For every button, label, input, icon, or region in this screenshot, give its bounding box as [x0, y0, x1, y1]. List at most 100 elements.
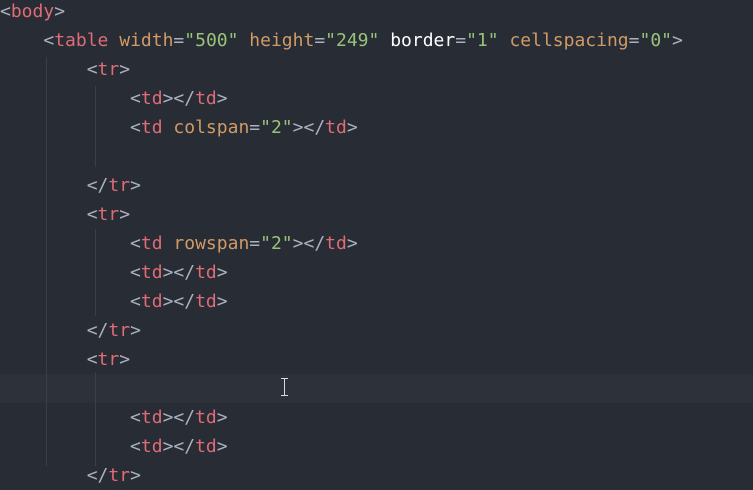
code-line[interactable]: <td></td> — [0, 432, 753, 461]
indent-guide — [46, 57, 47, 466]
code-token: < — [130, 117, 141, 138]
indent-guide — [95, 229, 96, 316]
code-token: > — [54, 1, 66, 22]
code-token: < — [86, 59, 98, 80]
code-token: = — [455, 30, 467, 51]
code-line[interactable]: <td rowspan="2"></td> — [0, 229, 753, 258]
code-line[interactable] — [0, 142, 753, 171]
code-token: td — [140, 88, 163, 109]
code-line[interactable] — [0, 374, 753, 403]
code-token: tr — [108, 465, 131, 486]
code-token: ></ — [292, 117, 326, 138]
code-line[interactable]: <td></td> — [0, 258, 753, 287]
code-token: > — [130, 320, 141, 341]
indent-guide — [95, 372, 96, 466]
code-token: > — [119, 204, 131, 225]
code-token: = — [173, 30, 185, 51]
code-token: td — [195, 436, 217, 457]
code-token: > — [130, 465, 141, 486]
code-line[interactable]: <table width="500" height="249" border="… — [0, 26, 753, 55]
code-token: td — [195, 407, 217, 428]
code-token: table — [54, 30, 109, 51]
code-line[interactable]: <body> — [0, 0, 753, 26]
code-token: td — [140, 117, 163, 138]
code-token: = — [628, 30, 640, 51]
code-token: tr — [97, 204, 120, 225]
code-token: > — [216, 407, 228, 428]
code-token: td — [140, 233, 163, 254]
code-token: "0" — [639, 30, 673, 51]
text-cursor-icon — [280, 378, 289, 396]
code-token: ></ — [162, 291, 196, 312]
code-token: </ — [86, 175, 109, 196]
code-token: tr — [97, 349, 120, 370]
code-token: < — [86, 204, 98, 225]
code-token: border — [390, 30, 456, 51]
code-token: td — [140, 436, 163, 457]
code-token: colspan — [173, 117, 250, 138]
code-token: ></ — [162, 262, 196, 283]
code-line[interactable]: </tr> — [0, 316, 753, 345]
code-token: "2" — [260, 117, 293, 138]
code-token: td — [195, 291, 217, 312]
code-line[interactable]: <tr> — [0, 200, 753, 229]
code-line[interactable]: <tr> — [0, 55, 753, 84]
code-token: ></ — [162, 88, 196, 109]
code-token: td — [195, 88, 217, 109]
code-line[interactable]: <td></td> — [0, 84, 753, 113]
code-token: tr — [97, 59, 120, 80]
code-token: </ — [86, 465, 109, 486]
code-line[interactable]: <tr> — [0, 345, 753, 374]
code-token: ></ — [162, 436, 196, 457]
code-token: = — [314, 30, 326, 51]
code-token: > — [346, 233, 358, 254]
code-token: td — [195, 262, 217, 283]
code-token: < — [130, 407, 141, 428]
code-token: < — [86, 349, 98, 370]
code-token: td — [325, 233, 347, 254]
code-token: > — [216, 88, 228, 109]
code-token: < — [130, 436, 141, 457]
code-token: = — [249, 233, 261, 254]
code-token: ></ — [162, 407, 196, 428]
code-token: td — [325, 117, 347, 138]
code-token: cellspacing — [509, 30, 629, 51]
code-token: > — [119, 349, 131, 370]
code-token: > — [130, 175, 141, 196]
code-token: ></ — [292, 233, 326, 254]
code-line[interactable]: <td colspan="2"></td> — [0, 113, 753, 142]
code-token: > — [672, 30, 683, 51]
code-token: "500" — [184, 30, 239, 51]
code-token: tr — [108, 320, 131, 341]
code-token: > — [346, 117, 358, 138]
code-token: = — [249, 117, 261, 138]
code-line[interactable]: </tr> — [0, 171, 753, 200]
code-editor[interactable]: </tr> <td></td> <td></td> <tr> </tr> <td… — [0, 0, 753, 486]
code-line[interactable]: <td></td> — [0, 287, 753, 316]
code-token: body — [10, 1, 55, 22]
code-token: > — [216, 291, 228, 312]
code-token: tr — [108, 175, 131, 196]
code-token: < — [130, 88, 141, 109]
code-token: > — [216, 436, 228, 457]
code-token: > — [119, 59, 131, 80]
code-token: width — [119, 30, 174, 51]
code-line[interactable]: </tr> — [0, 461, 753, 490]
code-line[interactable]: <td></td> — [0, 403, 753, 432]
